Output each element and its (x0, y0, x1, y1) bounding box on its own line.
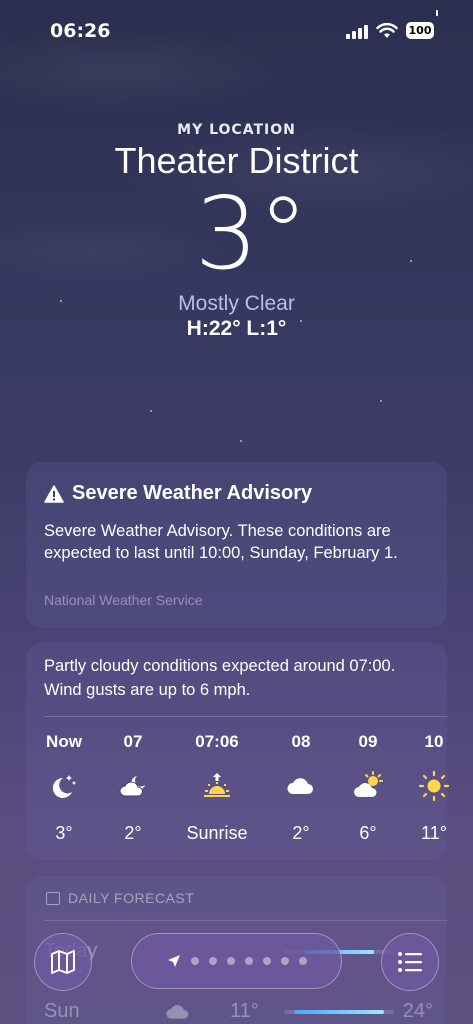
list-icon (398, 952, 422, 972)
page-dot[interactable] (208, 957, 217, 965)
page-dot[interactable] (244, 957, 253, 965)
page-dot[interactable] (226, 957, 235, 965)
high-low: H:22° L:1° (186, 317, 287, 340)
page-dot[interactable] (262, 957, 271, 965)
sun-icon (418, 770, 450, 802)
location-list-button[interactable] (381, 933, 439, 991)
cloud-icon (287, 778, 313, 794)
hour-label: 07 (123, 732, 143, 751)
status-time: 06:26 (50, 20, 111, 42)
hour-label: 07:06 (195, 732, 239, 751)
hour-temp: 2° (124, 823, 142, 843)
day-low: 11° (230, 1000, 259, 1022)
hour-label: 10 (424, 732, 444, 751)
divider (44, 716, 447, 717)
cellular-signal-icon (346, 25, 370, 39)
advisory-title-row: Severe Weather Advisory (44, 482, 312, 505)
severe-weather-card[interactable]: Severe Weather Advisory Severe Weather A… (26, 462, 447, 628)
location-label: MY LOCATION (177, 122, 296, 138)
daily-row[interactable]: Sun 11° 24° (44, 994, 447, 1024)
current-temperature: 3° (194, 175, 309, 292)
location-arrow-icon (167, 955, 180, 967)
hour-item: 07 2° (93, 732, 173, 844)
temperature-range-bar (284, 1010, 394, 1014)
hourly-forecast-card[interactable]: Partly cloudy conditions expected around… (24, 642, 450, 860)
page-indicator[interactable] (131, 933, 342, 989)
hour-temp: Sunrise (186, 823, 248, 843)
status-bar: 06:26 100 (0, 18, 473, 48)
hour-temp: 3° (55, 823, 73, 843)
map-icon (51, 950, 75, 974)
current-weather: MY LOCATION Theater District 3° Mostly C… (0, 122, 473, 341)
cloud-icon (166, 1005, 189, 1019)
hour-item: Now 3° (24, 732, 104, 844)
advisory-source: National Weather Service (44, 592, 203, 608)
daily-forecast-header: DAILY FORECAST (46, 890, 194, 906)
hour-label: Now (46, 732, 82, 751)
cloud-sun-icon (354, 771, 383, 797)
hour-item: 10 11° (394, 732, 473, 844)
page-dot[interactable] (190, 957, 199, 965)
advisory-title: Severe Weather Advisory (72, 482, 313, 504)
hour-item: 07:06 Sunrise (177, 732, 257, 844)
cloud-moon-icon (119, 776, 145, 797)
wifi-icon (376, 22, 398, 38)
advisory-body: Severe Weather Advisory. These condition… (44, 522, 398, 562)
hour-temp: 11° (421, 823, 447, 843)
map-button[interactable] (34, 933, 92, 991)
battery-level: 100 (408, 24, 432, 37)
condition-text: Mostly Clear (178, 292, 295, 315)
hourly-summary: Partly cloudy conditions expected around… (44, 657, 396, 699)
day-label: Sun (44, 1000, 80, 1022)
moon-stars-icon (52, 775, 76, 798)
warning-triangle-icon (44, 484, 64, 503)
day-high: 24° (402, 1000, 433, 1022)
sunrise-icon (204, 773, 230, 797)
battery-icon: 100 (406, 22, 434, 39)
page-dot[interactable] (298, 957, 307, 965)
page-dot[interactable] (280, 957, 289, 965)
calendar-icon (46, 891, 60, 905)
daily-forecast-title: DAILY FORECAST (68, 890, 195, 906)
divider (44, 920, 447, 921)
